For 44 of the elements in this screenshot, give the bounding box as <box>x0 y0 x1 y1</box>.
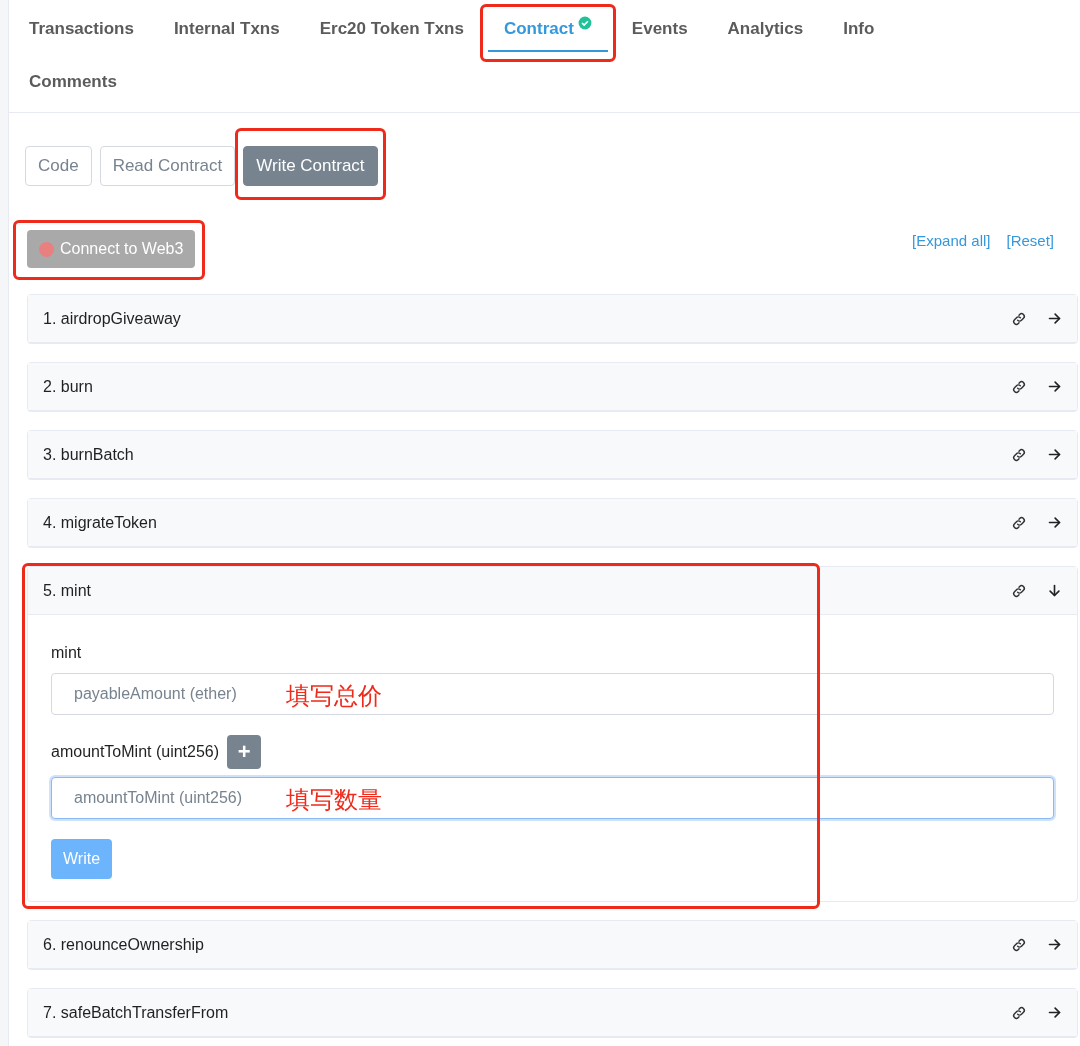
function-title: 3. burnBatch <box>43 444 134 465</box>
link-icon[interactable] <box>1011 378 1027 395</box>
add-button[interactable]: + <box>227 735 262 769</box>
function-title: 7. safeBatchTransferFrom <box>43 1002 229 1023</box>
arrow-right-icon[interactable] <box>1047 379 1062 394</box>
tab[interactable]: Events <box>615 8 704 52</box>
verified-check-icon <box>577 16 592 30</box>
subtab-button[interactable]: Write Contract <box>243 146 378 186</box>
function-title: 4. migrateToken <box>43 512 157 533</box>
function-header[interactable]: 4. migrateToken <box>28 499 1077 547</box>
tab[interactable]: Internal Txns <box>157 8 296 52</box>
tab[interactable]: Analytics <box>711 8 820 52</box>
arrow-right-icon[interactable] <box>1047 515 1062 530</box>
link-icon[interactable] <box>1011 310 1027 327</box>
function-title: 1. airdropGiveaway <box>43 308 181 329</box>
link-icon[interactable] <box>1011 582 1027 599</box>
link-icon[interactable] <box>1011 936 1027 953</box>
function-header[interactable]: 2. burn <box>28 363 1077 411</box>
tab[interactable]: Erc20 Token Txns <box>303 8 480 52</box>
input-label: amountToMint (uint256) <box>51 742 220 762</box>
tab[interactable]: Comments <box>13 61 133 105</box>
tab[interactable]: Transactions <box>13 8 150 52</box>
function-header[interactable]: 7. safeBatchTransferFrom <box>28 989 1077 1037</box>
subtab-button[interactable]: Read Contract <box>99 146 236 186</box>
function-header[interactable]: 6. renounceOwnership <box>28 921 1077 969</box>
subtab-button[interactable]: Code <box>25 146 92 186</box>
link-icon[interactable] <box>1011 446 1027 463</box>
arrow-down-icon[interactable] <box>1047 583 1062 598</box>
function-header[interactable]: 5. mint <box>28 567 1077 615</box>
arrow-right-icon[interactable] <box>1047 937 1062 952</box>
function-title: 5. mint <box>43 580 91 601</box>
annotation-text: 填写总价 <box>286 681 382 711</box>
link-icon[interactable] <box>1011 1004 1027 1021</box>
annotation-text: 填写数量 <box>286 785 382 815</box>
link-icon[interactable] <box>1011 514 1027 531</box>
tab[interactable]: Info <box>827 8 891 52</box>
arrow-right-icon[interactable] <box>1047 311 1062 326</box>
function-title: 2. burn <box>43 376 93 397</box>
arrow-right-icon[interactable] <box>1047 1005 1062 1020</box>
arrow-right-icon[interactable] <box>1047 447 1062 462</box>
input-label: mint <box>51 643 82 663</box>
function-header[interactable]: 1. airdropGiveaway <box>28 295 1077 343</box>
function-header[interactable]: 3. burnBatch <box>28 431 1077 479</box>
function-title: 6. renounceOwnership <box>43 934 204 955</box>
